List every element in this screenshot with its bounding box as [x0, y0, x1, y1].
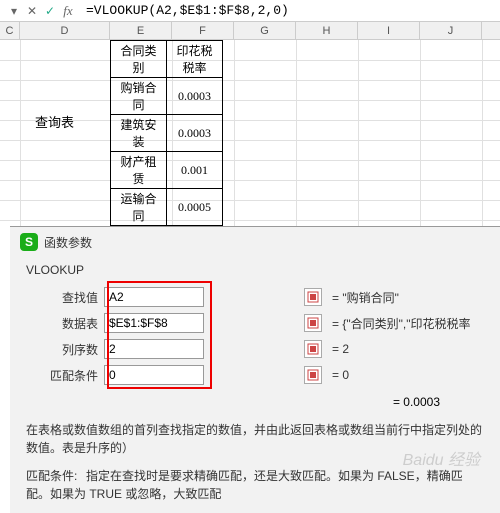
- col-header[interactable]: G: [234, 22, 296, 39]
- function-description: 在表格或数值数组的首列查找指定的数值，并由此返回表格或数组当前行中指定列处的数值…: [10, 417, 500, 461]
- col-header[interactable]: I: [358, 22, 420, 39]
- ref-picker-icon[interactable]: [304, 340, 322, 358]
- col-header[interactable]: D: [20, 22, 110, 39]
- function-args-dialog: S 函数参数 VLOOKUP 查找值 = "购销合同" 数据表 = {"合同类别…: [10, 226, 500, 513]
- accept-icon[interactable]: ✓: [42, 3, 58, 19]
- dropdown-icon[interactable]: ▾: [6, 3, 22, 19]
- col-header[interactable]: E: [110, 22, 172, 39]
- col-header[interactable]: F: [172, 22, 234, 39]
- ref-picker-icon[interactable]: [304, 366, 322, 384]
- function-name: VLOOKUP: [10, 257, 500, 287]
- param-result: = 0: [332, 368, 349, 382]
- col-header[interactable]: C: [0, 22, 20, 39]
- formula-input[interactable]: =VLOOKUP(A2,$E$1:$F$8,2,0): [82, 3, 289, 18]
- final-result: = 0.0003: [10, 391, 500, 417]
- col-header[interactable]: J: [420, 22, 482, 39]
- side-label: 查询表: [35, 112, 74, 131]
- param-description: 匹配条件:指定在查找时是要求精确匹配，还是大致匹配。如果为 FALSE，精确匹配…: [10, 461, 500, 503]
- cancel-icon[interactable]: ✕: [24, 3, 40, 19]
- param-result: = 2: [332, 342, 349, 356]
- param-label: 列序数: [26, 341, 104, 358]
- col-index-input[interactable]: [104, 339, 204, 359]
- dialog-title: 函数参数: [44, 234, 92, 251]
- param-result: = {"合同类别","印花税税率: [332, 315, 470, 332]
- fx-icon[interactable]: fx: [60, 3, 76, 19]
- param-label: 匹配条件: [26, 367, 104, 384]
- wps-logo-icon: S: [20, 233, 38, 251]
- spreadsheet-grid[interactable]: 2,$E$1:$F$8,2,0) 查询表 合同类别印花税税率 购销合同0.000…: [0, 40, 500, 240]
- ref-picker-icon[interactable]: [304, 288, 322, 306]
- lookup-value-input[interactable]: [104, 287, 204, 307]
- col-header[interactable]: H: [296, 22, 358, 39]
- param-label: 查找值: [26, 289, 104, 306]
- range-lookup-input[interactable]: [104, 365, 204, 385]
- param-label: 数据表: [26, 315, 104, 332]
- column-headers: C D E F G H I J: [0, 22, 500, 40]
- ref-picker-icon[interactable]: [304, 314, 322, 332]
- table-array-input[interactable]: [104, 313, 204, 333]
- param-result: = "购销合同": [332, 289, 399, 306]
